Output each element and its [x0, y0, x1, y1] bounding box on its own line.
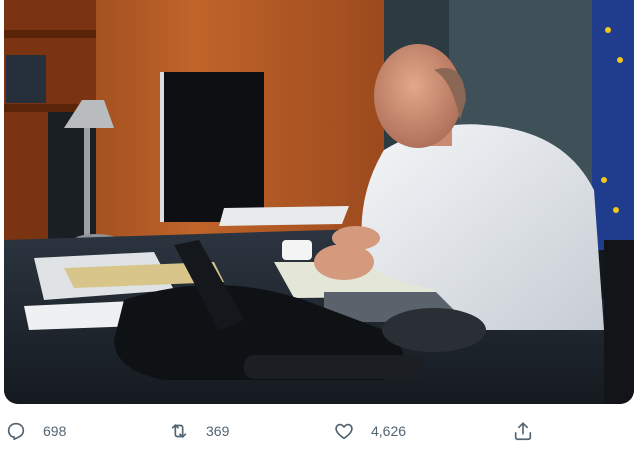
retweet-icon [168, 420, 190, 442]
reply-icon [5, 420, 27, 442]
tweet-actions: 698 369 4,626 [0, 404, 636, 453]
tweet-card: 698 369 4,626 [0, 0, 636, 453]
share-icon [512, 420, 534, 442]
tweet-photo[interactable] [4, 0, 634, 404]
share-button[interactable] [512, 420, 534, 442]
office-desk-scene [4, 0, 634, 404]
retweet-button[interactable]: 369 [168, 420, 229, 442]
heart-icon [333, 420, 355, 442]
like-count: 4,626 [371, 423, 407, 439]
reply-button[interactable]: 698 [5, 420, 66, 442]
retweet-count: 369 [206, 423, 230, 439]
like-button[interactable]: 4,626 [333, 420, 406, 442]
reply-count: 698 [43, 423, 67, 439]
